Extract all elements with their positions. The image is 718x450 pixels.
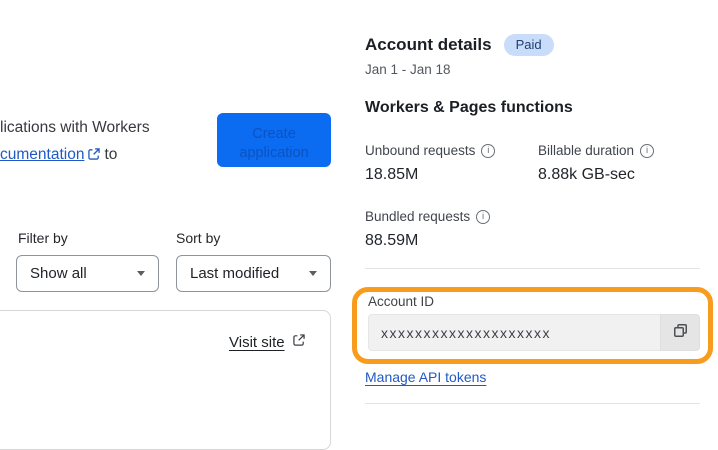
stat-bundled-requests-label: Bundled requests i	[365, 209, 491, 224]
intro-line-1: lications with Workers	[0, 119, 150, 136]
filter-by-label: Filter by	[18, 230, 68, 246]
create-application-label-line2: application	[239, 145, 309, 161]
sort-dropdown[interactable]: Last modified	[176, 255, 331, 292]
stat-label-text: Bundled requests	[365, 209, 471, 224]
account-details-header: Account details Paid	[365, 34, 554, 56]
create-application-label-line1: Create	[252, 126, 296, 142]
account-id-input[interactable]	[368, 314, 660, 351]
account-id-field-group	[368, 314, 700, 351]
stat-unbound-requests-value: 18.85M	[365, 166, 419, 183]
sort-by-label: Sort by	[176, 230, 221, 246]
divider	[365, 268, 700, 269]
chevron-down-icon	[137, 271, 145, 276]
account-details-title: Account details	[365, 35, 492, 54]
copy-icon	[672, 322, 689, 344]
copy-account-id-button[interactable]	[660, 314, 700, 351]
visit-site-label: Visit site	[229, 333, 285, 351]
project-card	[0, 310, 331, 450]
stat-unbound-requests-label: Unbound requests i	[365, 143, 496, 158]
info-icon[interactable]: i	[476, 209, 491, 224]
info-icon[interactable]: i	[481, 143, 496, 158]
stat-bundled-requests-value: 88.59M	[365, 232, 419, 249]
account-id-label: Account ID	[368, 294, 435, 309]
plan-badge: Paid	[503, 34, 554, 56]
stat-label-text: Billable duration	[538, 143, 635, 158]
filter-dropdown-value: Show all	[30, 265, 87, 282]
intro-text: lications with Workers cumentation to	[0, 114, 150, 170]
divider	[365, 403, 700, 404]
intro-line-2: cumentation to	[0, 141, 150, 170]
chevron-down-icon	[309, 271, 317, 276]
create-application-button[interactable]: Create application	[217, 113, 331, 167]
sort-dropdown-value: Last modified	[190, 265, 280, 282]
stat-billable-duration-value: 8.88k GB-sec	[538, 166, 635, 183]
external-link-icon	[87, 143, 101, 170]
stat-billable-duration-label: Billable duration i	[538, 143, 655, 158]
manage-api-tokens-link[interactable]: Manage API tokens	[365, 369, 486, 385]
intro-line-2-suffix: to	[104, 146, 118, 163]
stat-label-text: Unbound requests	[365, 143, 476, 158]
filter-dropdown[interactable]: Show all	[16, 255, 159, 292]
visit-site-link[interactable]: Visit site	[229, 333, 306, 351]
date-range: Jan 1 - Jan 18	[365, 62, 451, 77]
external-link-icon	[292, 333, 306, 351]
functions-section-title: Workers & Pages functions	[365, 99, 573, 116]
documentation-link[interactable]: cumentation	[0, 146, 84, 163]
info-icon[interactable]: i	[640, 143, 655, 158]
